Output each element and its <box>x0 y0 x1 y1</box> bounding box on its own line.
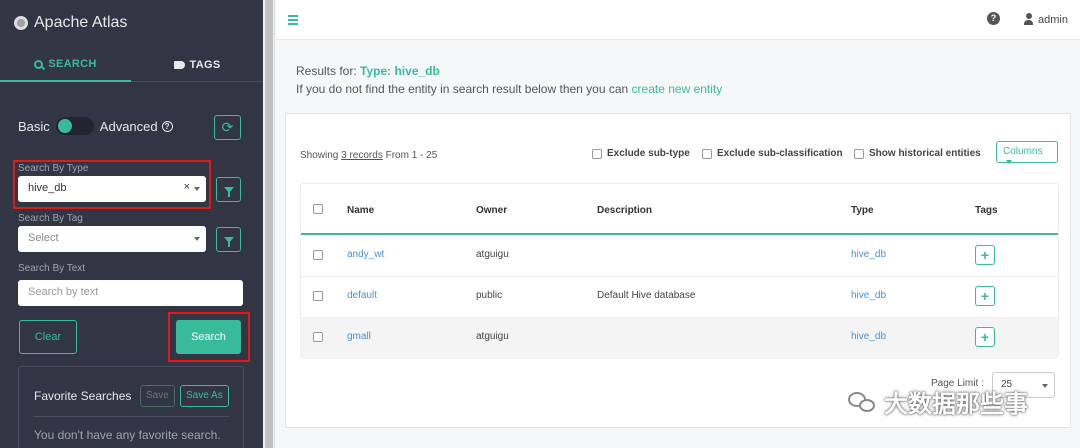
search-tabs: SEARCH TAGS <box>0 48 263 82</box>
exclude-subtype-label: Exclude sub-type <box>607 148 690 159</box>
clear-button[interactable]: Clear <box>19 320 77 354</box>
create-new-entity-link[interactable]: create new entity <box>632 82 723 96</box>
chevron-down-icon <box>1042 384 1048 388</box>
entity-name-link[interactable]: andy_wt <box>347 249 384 260</box>
watermark: 大数据那些事 <box>848 384 1028 419</box>
exclude-subclassification-checkbox[interactable] <box>702 148 712 159</box>
show-historical-label: Show historical entities <box>869 148 981 159</box>
header-description[interactable]: Description <box>597 205 652 216</box>
add-tag-button[interactable]: + <box>975 245 995 265</box>
tab-search[interactable]: SEARCH <box>0 48 131 82</box>
brand[interactable]: Apache Atlas <box>14 14 127 32</box>
search-by-text-label: Search By Text <box>18 263 86 274</box>
entity-name-link[interactable]: default <box>347 290 377 301</box>
add-tag-button[interactable]: + <box>975 286 995 306</box>
row-checkbox[interactable] <box>313 250 323 260</box>
entity-owner: atguigu <box>476 249 509 260</box>
header-owner[interactable]: Owner <box>476 205 507 216</box>
exclude-subclassification-option[interactable]: Exclude sub-classification <box>702 148 843 159</box>
refresh-icon: ⟳ <box>221 119 234 135</box>
tag-filter-button[interactable] <box>216 227 241 252</box>
divider <box>33 416 229 417</box>
save-as-favorite-button[interactable]: Save As <box>180 385 229 407</box>
entity-type-link[interactable]: hive_db <box>851 249 886 260</box>
results-type: Type: hive_db <box>360 64 440 78</box>
row-checkbox[interactable] <box>313 332 323 342</box>
filter-icon <box>223 236 234 247</box>
refresh-button[interactable]: ⟳ <box>214 115 241 140</box>
advanced-label: Advanced <box>99 118 158 134</box>
table-row: gmall atguigu hive_db + <box>301 318 1058 359</box>
search-icon <box>34 59 44 69</box>
basic-label: Basic <box>18 118 50 134</box>
scrollbar-thumb[interactable] <box>265 0 273 448</box>
add-tag-button[interactable]: + <box>975 327 995 347</box>
highlight-box-search <box>168 312 250 362</box>
tab-tags-label: TAGS <box>189 59 221 71</box>
results-table: Name Owner Description Type Tags andy_wt… <box>300 183 1059 359</box>
sidebar-scrollbar[interactable] <box>263 0 275 448</box>
switch-knob <box>57 119 72 133</box>
entity-owner: atguigu <box>476 331 509 342</box>
show-historical-checkbox[interactable] <box>854 148 864 159</box>
watermark-text: 大数据那些事 <box>884 391 1028 418</box>
brand-name: Apache Atlas <box>34 14 128 31</box>
hint-text: If you do not find the entity in search … <box>296 82 629 96</box>
sidebar: Apache Atlas SEARCH TAGS Basic Advanced … <box>0 0 263 448</box>
favorite-searches-panel: Favorite Searches Save Save As You don't… <box>18 366 244 448</box>
exclude-subclassification-label: Exclude sub-classification <box>717 148 843 159</box>
tab-search-label: SEARCH <box>48 58 97 70</box>
basic-advanced-switch[interactable] <box>55 117 94 135</box>
search-text-input[interactable]: Search by text <box>18 280 243 306</box>
results-for: Results for: Type: hive_db <box>296 64 440 78</box>
favorites-empty-message: You don't have any favorite search. <box>34 428 221 442</box>
globe-icon <box>14 16 28 30</box>
search-mode-toggle-row: Basic Advanced ? <box>18 117 173 135</box>
user-icon[interactable] <box>1024 13 1033 25</box>
table-header: Name Owner Description Type Tags <box>301 184 1058 235</box>
help-icon[interactable]: ? <box>987 12 1000 25</box>
header-tags: Tags <box>975 205 998 216</box>
menu-toggle-icon[interactable] <box>288 15 298 27</box>
type-filter-button[interactable] <box>216 177 241 202</box>
search-by-tag-label: Search By Tag <box>18 213 83 224</box>
exclude-subtype-checkbox[interactable] <box>592 148 602 159</box>
top-navbar: ? admin <box>276 0 1080 40</box>
entity-owner: public <box>476 290 503 301</box>
user-menu[interactable]: admin <box>1038 14 1068 26</box>
row-checkbox[interactable] <box>313 291 323 301</box>
show-historical-option[interactable]: Show historical entities <box>854 148 981 159</box>
exclude-subtype-option[interactable]: Exclude sub-type <box>592 148 690 159</box>
header-type[interactable]: Type <box>851 205 874 216</box>
select-all-checkbox[interactable] <box>313 204 323 214</box>
entity-description: Default Hive database <box>597 290 696 301</box>
save-favorite-button[interactable]: Save <box>140 385 175 407</box>
search-by-tag-placeholder: Select <box>28 232 59 244</box>
columns-label: Columns <box>1003 146 1043 157</box>
search-by-tag-select[interactable]: Select <box>18 226 206 252</box>
help-circle-icon[interactable]: ? <box>161 120 173 132</box>
showing-records: Showing 3 records From 1 - 25 <box>300 150 437 161</box>
favorite-searches-title: Favorite Searches <box>34 389 132 403</box>
table-row: default public Default Hive database hiv… <box>301 277 1058 318</box>
columns-dropdown-button[interactable]: Columns <box>996 141 1058 165</box>
filter-icon <box>223 186 234 197</box>
wechat-icon <box>848 390 878 414</box>
entity-type-link[interactable]: hive_db <box>851 331 886 342</box>
entity-type-link[interactable]: hive_db <box>851 290 886 301</box>
showing-prefix: Showing <box>300 150 339 161</box>
chevron-down-icon <box>194 237 200 241</box>
tag-icon <box>173 61 185 69</box>
header-name[interactable]: Name <box>347 205 374 216</box>
entity-name-link[interactable]: gmall <box>347 331 371 342</box>
results-prefix: Results for: <box>296 64 357 78</box>
records-range: From 1 - 25 <box>385 150 438 161</box>
create-entity-hint: If you do not find the entity in search … <box>296 82 722 96</box>
table-row: andy_wt atguigu hive_db + <box>301 236 1058 277</box>
records-link[interactable]: 3 records <box>341 150 383 161</box>
highlight-box-type <box>13 160 211 209</box>
caret-down-icon <box>1006 160 1012 165</box>
tab-tags[interactable]: TAGS <box>131 48 263 82</box>
